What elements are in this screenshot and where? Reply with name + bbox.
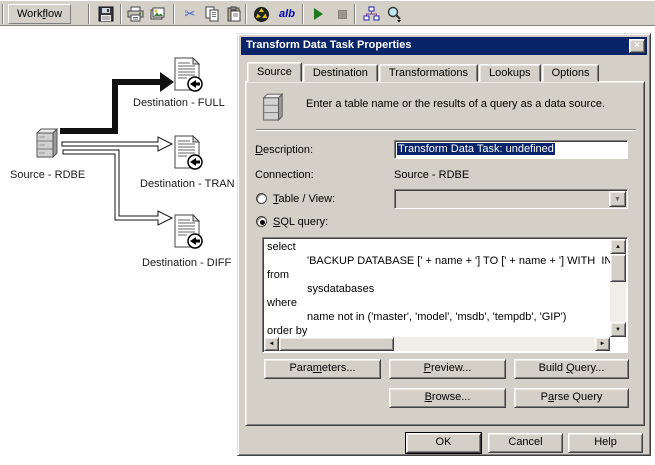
annotation-icon: alb (279, 8, 295, 20)
chevron-down-icon: ▼ (614, 196, 621, 203)
description-input[interactable]: Transform Data Task: undefined (394, 140, 628, 159)
table-view-radio[interactable] (256, 193, 267, 204)
source-label: Source - RDBE (10, 169, 86, 181)
combobox-dropdown-button[interactable]: ▼ (609, 191, 626, 207)
vertical-scrollbar[interactable]: ▲ ▼ (610, 239, 626, 337)
tab-options[interactable]: Options (541, 64, 600, 82)
toolbar-separator (302, 4, 304, 24)
save-button[interactable] (95, 3, 117, 25)
destination-diff-icon[interactable] (173, 214, 203, 250)
connection-label: Connection: (255, 169, 314, 181)
cancel-button[interactable]: Cancel (488, 433, 563, 453)
help-button[interactable]: Help (568, 433, 643, 453)
vertical-scroll-thumb[interactable] (610, 254, 626, 282)
paste-button[interactable] (223, 3, 245, 25)
preview-button[interactable]: Preview... (389, 359, 506, 379)
arrow-right-icon: ► (599, 341, 606, 347)
menu-workflow-label: Work (17, 8, 43, 20)
tab-strip: Source Destination Transformations Looku… (247, 62, 600, 82)
arrow-down-icon: ▼ (615, 327, 621, 333)
horizontal-scroll-thumb[interactable] (279, 337, 394, 351)
toolbar-separator (173, 4, 175, 24)
sql-query-label: SQL query: (273, 216, 329, 228)
source-database-icon[interactable] (33, 127, 59, 161)
sql-query-text[interactable]: select 'BACKUP DATABASE [' + name + '] T… (264, 239, 610, 337)
separator (256, 129, 636, 131)
tab-transformations[interactable]: Transformations (378, 64, 478, 82)
dialog-title: Transform Data Task Properties (246, 39, 412, 51)
parse-query-button[interactable]: Parse Query (514, 388, 629, 408)
zoom-button[interactable] (383, 3, 405, 25)
cut-icon: ✂ (184, 6, 196, 21)
sql-query-radio[interactable] (256, 216, 267, 227)
source-tab-page: Enter a table name or the results of a q… (245, 81, 645, 426)
arrow-up-icon: ▲ (615, 244, 621, 250)
save-icon (98, 6, 114, 22)
scroll-right-button[interactable]: ► (595, 337, 610, 351)
package-icon (253, 6, 269, 22)
scroll-up-button[interactable]: ▲ (610, 239, 626, 254)
package-button[interactable] (250, 3, 272, 25)
parameters-button[interactable]: Parameters... (264, 359, 381, 379)
close-button[interactable]: × (629, 39, 645, 53)
horizontal-scrollbar[interactable]: ◄ ► (264, 337, 610, 351)
zoom-icon (387, 6, 401, 22)
tab-destination[interactable]: Destination (302, 64, 378, 82)
tab-lookups[interactable]: Lookups (478, 64, 541, 82)
ok-button[interactable]: OK (406, 433, 481, 453)
dialog-titlebar[interactable]: Transform Data Task Properties × (241, 37, 647, 55)
execute-play-icon (313, 8, 323, 20)
connection-value: Source - RDBE (394, 169, 470, 181)
arrow-left-icon: ◄ (268, 341, 275, 347)
close-icon: × (634, 40, 640, 51)
description-label: Description: (255, 144, 314, 156)
menu-workflow[interactable]: Workflow (8, 4, 72, 24)
print-button[interactable] (124, 3, 146, 25)
toolbar-gripper (2, 4, 4, 24)
toolbar-separator (88, 4, 90, 24)
toolbar: Workflow ✂ alb (0, 0, 655, 26)
destination-tran-icon[interactable] (173, 135, 203, 171)
sql-query-textarea[interactable]: select 'BACKUP DATABASE [' + name + '] T… (262, 237, 628, 353)
paste-icon (227, 6, 241, 22)
cut-button[interactable]: ✂ (179, 3, 201, 25)
database-icon (262, 93, 284, 122)
destination-full-label: Destination - FULL (133, 97, 225, 109)
table-view-combobox[interactable]: ▼ (394, 189, 628, 209)
toolbar-separator (245, 4, 247, 24)
transform-data-task-dialog: Transform Data Task Properties × Source … (237, 33, 651, 456)
workflow-canvas: Source - RDBE Destination - FULL Destina… (0, 26, 237, 465)
arrow-tran[interactable] (61, 136, 174, 152)
description-value: Transform Data Task: undefined (397, 143, 555, 155)
annotation-button[interactable]: alb (274, 3, 300, 25)
print-icon (127, 6, 143, 22)
stop-button[interactable] (331, 3, 353, 25)
export-image-icon (150, 7, 164, 20)
copy-button[interactable] (201, 3, 223, 25)
auto-layout-button[interactable] (360, 3, 382, 25)
destination-diff-label: Destination - DIFF (142, 257, 232, 269)
stop-icon (337, 9, 347, 19)
tab-header-text: Enter a table name or the results of a q… (306, 98, 606, 110)
build-query-button[interactable]: Build Query... (514, 359, 629, 379)
toolbar-separator (354, 4, 356, 24)
tab-source[interactable]: Source (247, 62, 302, 82)
destination-full-icon[interactable] (173, 57, 203, 93)
scroll-left-button[interactable]: ◄ (264, 337, 279, 351)
destination-tran-label: Destination - TRAN (140, 178, 235, 190)
execute-button[interactable] (307, 3, 329, 25)
table-view-label: Table / View: (273, 193, 336, 205)
browse-button[interactable]: Browse... (389, 388, 506, 408)
scroll-down-button[interactable]: ▼ (610, 322, 626, 337)
auto-layout-icon (363, 6, 379, 21)
copy-icon (205, 6, 219, 22)
toolbar-separator (120, 4, 122, 24)
export-image-button[interactable] (146, 3, 168, 25)
